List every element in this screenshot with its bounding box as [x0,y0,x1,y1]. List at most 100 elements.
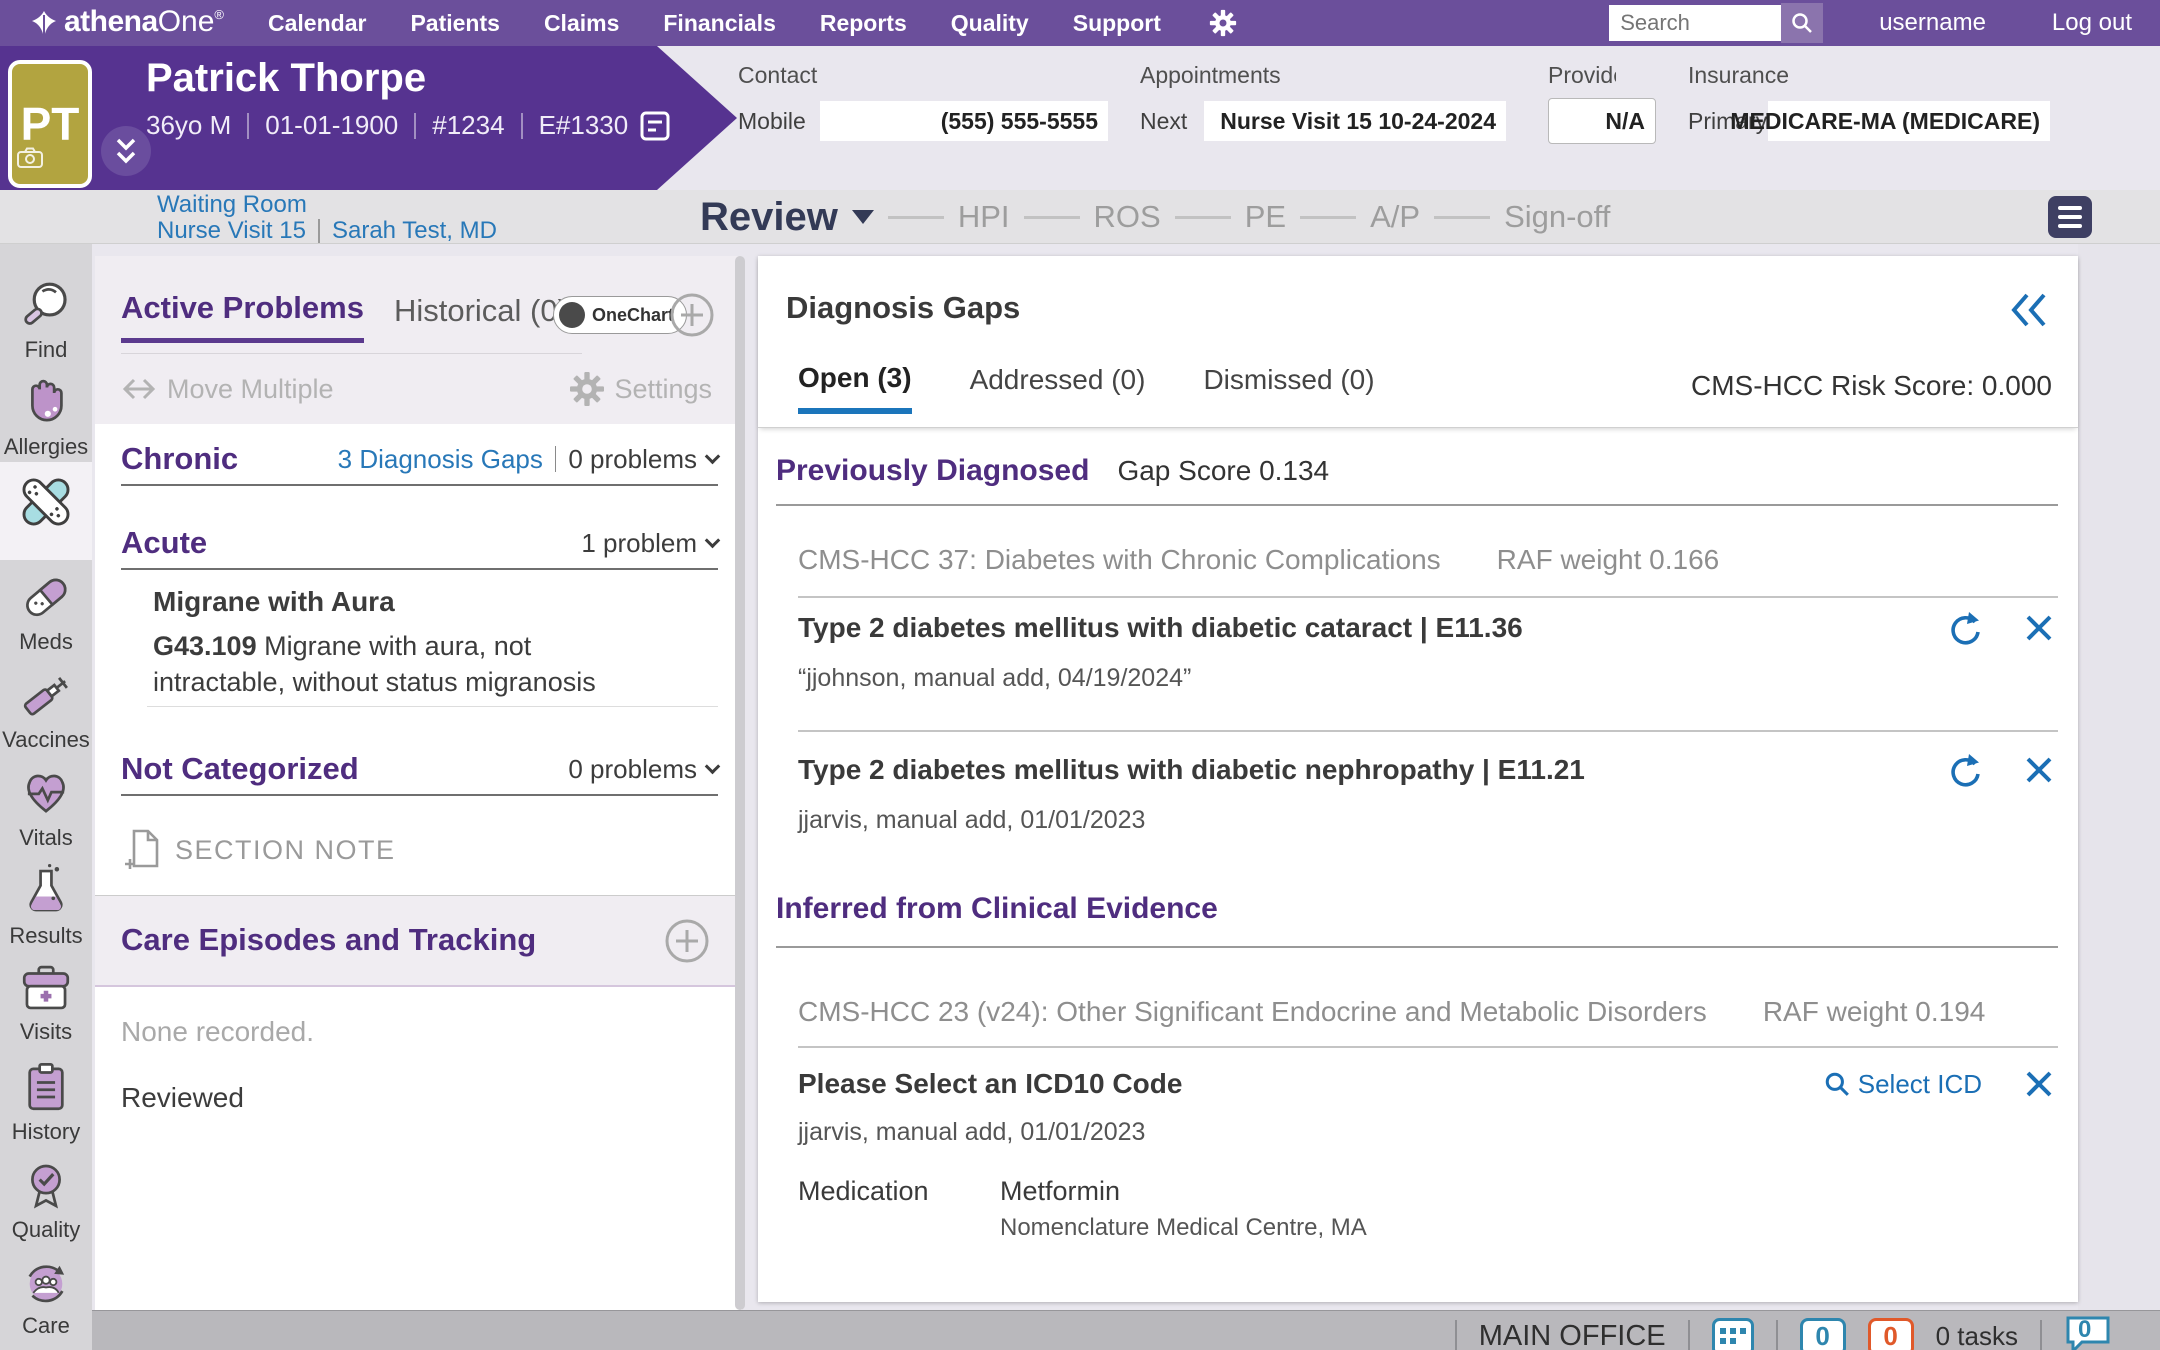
waiting-room-link[interactable]: Waiting Room [157,191,307,218]
not-categorized-row: Not Categorized 0 problems [121,748,718,790]
rail-item-vitals[interactable]: Vitals [0,756,92,854]
collapse-panel-button[interactable] [2010,292,2048,333]
encounter-menu-button[interactable] [2048,196,2092,238]
medication-source: Nomenclature Medical Centre, MA [1000,1214,1367,1242]
mobile-value[interactable]: (555) 555-5555 [820,101,1108,141]
dismiss-button[interactable] [2024,1069,2054,1099]
readdress-button[interactable] [1946,752,1982,788]
visit-link[interactable]: Nurse Visit 15 [157,218,306,244]
readdress-button[interactable] [1946,610,1982,646]
encounter-note-icon[interactable] [640,111,670,141]
diagnosis-gaps-link[interactable]: 3 Diagnosis Gaps [338,444,543,475]
step-pe[interactable]: PE [1245,199,1286,235]
select-icd-button[interactable]: Select ICD [1824,1069,1982,1100]
rail-item-meds[interactable]: Meds [0,560,92,658]
step-ros[interactable]: ROS [1094,199,1161,235]
provider-value[interactable]: N/A [1548,98,1656,144]
refresh-icon [1946,752,1982,788]
find-icon [17,274,75,336]
username-menu[interactable]: username [1879,9,1986,37]
tab-open[interactable]: Open (3) [798,362,912,414]
schedule-button[interactable] [1712,1318,1754,1350]
tasks-link[interactable]: 0 tasks [1936,1321,2018,1350]
chevron-down-icon[interactable] [705,759,721,775]
add-problem-button[interactable] [669,292,715,338]
rail-item-history[interactable]: History [0,1050,92,1148]
rail-item-find[interactable]: Find [0,268,92,366]
gap-entry-title: Type 2 diabetes mellitus with diabetic c… [798,612,1523,644]
move-arrows-icon [121,376,157,402]
chevron-down-icon[interactable] [705,449,721,465]
chevron-down-icon[interactable] [705,533,721,549]
logout-link[interactable]: Log out [2052,9,2132,37]
settings-gear-icon[interactable] [1209,9,1237,37]
stage-dropdown[interactable]: Review [700,195,874,240]
rail-item-vaccines[interactable]: Vaccines [0,658,92,756]
tab-historical[interactable]: Historical (0) [394,293,568,343]
tab-addressed[interactable]: Addressed (0) [970,364,1146,414]
provider-link[interactable]: Sarah Test, MD [332,218,497,244]
refresh-icon [1946,610,1982,646]
patient-age-sex: 36yo M [146,110,231,141]
current-stage: Review [700,195,838,240]
nav-financials[interactable]: Financials [663,10,775,37]
insurance-value[interactable]: MEDICARE-MA (MEDICARE) [1768,101,2050,141]
reviewed-button[interactable]: Reviewed [121,1082,244,1114]
camera-icon[interactable] [17,125,43,179]
dismiss-button[interactable] [2024,613,2054,643]
nav-calendar[interactable]: Calendar [268,10,366,37]
next-appointment-value[interactable]: Nurse Visit 15 10-24-2024 [1204,101,1506,141]
chronic-title[interactable]: Chronic [121,441,238,477]
medication-row: Medication Metformin [798,1176,1120,1207]
inbox-counter[interactable]: 0 [1800,1318,1846,1350]
nav-support[interactable]: Support [1073,10,1161,37]
tab-dismissed[interactable]: Dismissed (0) [1203,364,1374,414]
step-ap[interactable]: A/P [1370,199,1420,235]
patient-id: #1234 [432,110,504,141]
add-care-episode-button[interactable] [664,918,710,964]
step-hpi[interactable]: HPI [958,199,1010,235]
rail-item-results[interactable]: Results [0,854,92,952]
hcc-group-23: CMS-HCC 23 (v24): Other Significant Endo… [798,996,2058,1028]
close-icon [2024,1069,2054,1099]
department-selector[interactable]: MAIN OFFICE [1479,1320,1666,1350]
athena-logo[interactable]: athenaOne® [30,5,224,41]
raf-weight: RAF weight 0.166 [1497,544,1720,576]
rail-item-quality[interactable]: Quality [0,1148,92,1246]
patient-avatar[interactable]: PT [8,60,92,188]
acute-count[interactable]: 1 problem [581,528,697,559]
rail-item-care[interactable]: Care [0,1246,92,1344]
banner-expand-button[interactable] [101,126,151,176]
dismiss-button[interactable] [2024,755,2054,785]
rail-item-problems[interactable] [0,462,92,560]
problems-settings-button[interactable]: Settings [570,372,712,406]
rail-item-allergies[interactable]: Allergies [0,365,92,463]
inferred-entry-meta: jjarvis, manual add, 01/01/2023 [798,1118,1145,1147]
move-multiple-button[interactable]: Move Multiple [121,374,334,405]
chronic-section-row: Chronic 3 Diagnosis Gaps 0 problems [121,438,718,480]
search-button[interactable] [1781,3,1823,43]
urgent-counter[interactable]: 0 [1868,1318,1914,1350]
patient-banner: PT Patrick Thorpe 36yo M 01-01-1900 #123… [0,46,2160,190]
step-signoff[interactable]: Sign-off [1504,199,1610,235]
nav-reports[interactable]: Reports [820,10,907,37]
problem-item-title[interactable]: Migrane with Aura [153,586,395,618]
search-input[interactable] [1609,5,1781,41]
insurance-group: Insurance Primary MEDICARE-MA (MEDICARE) [1688,62,2050,141]
section-note-button[interactable]: SECTION NOTE [125,828,396,872]
tab-active-problems[interactable]: Active Problems [121,290,364,343]
meds-pill-icon [17,566,75,628]
rail-item-visits[interactable]: Visits [0,952,92,1050]
chat-count: 0 [2078,1316,2091,1344]
problems-panel: Active Problems Historical (0) OneChart [95,256,742,1310]
not-categorized-title[interactable]: Not Categorized [121,751,359,787]
acute-title[interactable]: Acute [121,525,207,561]
nav-patients[interactable]: Patients [410,10,499,37]
onechart-toggle[interactable]: OneChart [553,296,687,334]
nav-quality[interactable]: Quality [951,10,1029,37]
chronic-count[interactable]: 0 problems [568,444,697,475]
nav-claims[interactable]: Claims [544,10,619,37]
not-categorized-count[interactable]: 0 problems [568,754,697,785]
problems-scrollbar[interactable] [735,256,745,1310]
messages-button[interactable]: 0 [2064,1314,2112,1350]
